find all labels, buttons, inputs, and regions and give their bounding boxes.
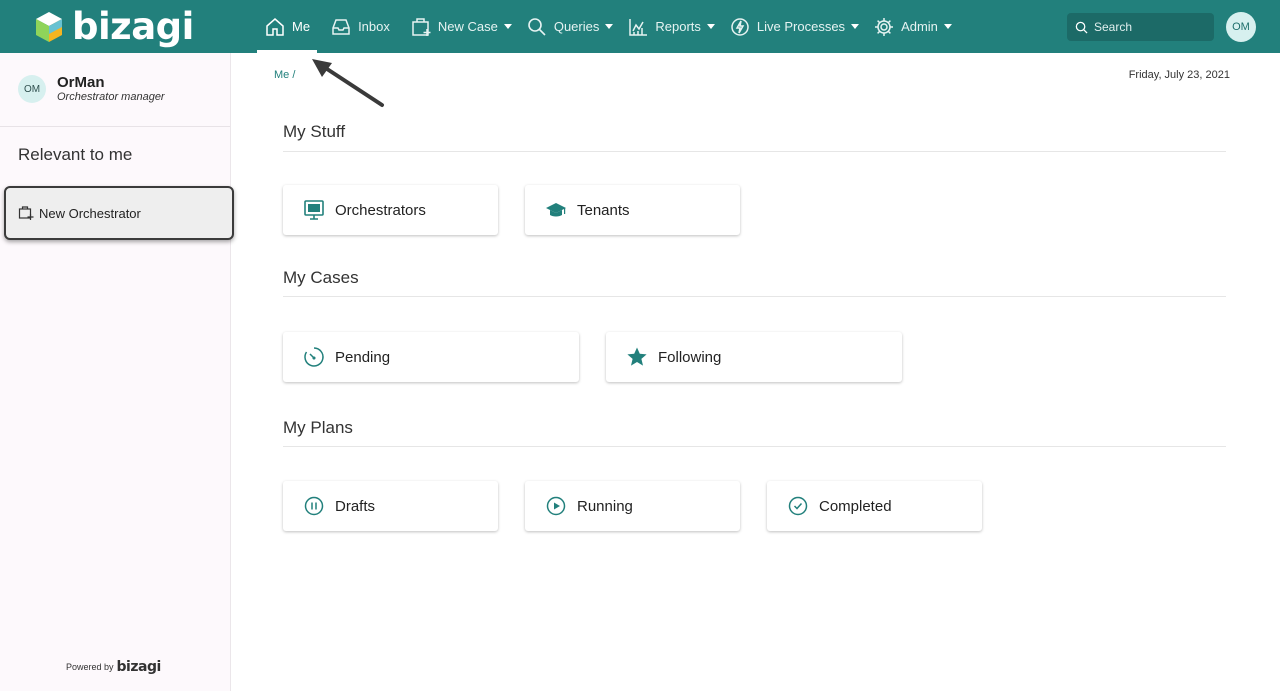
section-divider xyxy=(283,446,1226,447)
star-icon xyxy=(627,347,647,366)
card-tenants[interactable]: Tenants xyxy=(525,185,740,235)
chevron-down-icon xyxy=(706,24,715,29)
section-title-my-plans: My Plans xyxy=(283,418,353,437)
timer-icon xyxy=(304,347,324,367)
nav-queries[interactable]: Queries xyxy=(519,0,621,53)
chevron-down-icon xyxy=(943,24,952,29)
main-nav: Me Inbox New Case Queries Reports Live P… xyxy=(257,0,959,53)
user-name: OrMan xyxy=(57,74,105,91)
search-icon xyxy=(528,17,546,36)
card-label: Running xyxy=(577,497,633,515)
sidebar-item-new-orchestrator[interactable]: New Orchestrator xyxy=(4,186,234,240)
breadcrumb[interactable]: Me / xyxy=(274,69,295,81)
section-divider xyxy=(283,151,1226,152)
section-title-my-cases: My Cases xyxy=(283,268,359,287)
inbox-icon xyxy=(332,18,350,35)
card-label: Pending xyxy=(335,348,391,366)
powered-logo: bizagi xyxy=(116,659,162,675)
new-case-icon xyxy=(18,206,34,220)
user-avatar[interactable]: OM xyxy=(1226,12,1256,42)
search-input[interactable] xyxy=(1094,20,1204,34)
bizagi-cube-icon xyxy=(36,12,62,42)
home-icon xyxy=(266,17,284,36)
annotation-arrow-icon xyxy=(312,59,384,107)
section-divider xyxy=(283,296,1226,297)
chevron-down-icon xyxy=(851,24,860,29)
section-title-my-stuff: My Stuff xyxy=(283,122,346,141)
sidebar: OM OrMan Orchestrator manager Relevant t… xyxy=(0,53,234,691)
card-label: Drafts xyxy=(335,497,376,515)
chevron-down-icon xyxy=(605,24,614,29)
graduation-cap-icon xyxy=(546,203,566,217)
search-box[interactable] xyxy=(1067,13,1214,41)
powered-by-text: Powered by xyxy=(66,662,114,672)
top-bar: bizagi Me Inbox New Case Queries Reports xyxy=(0,0,1280,53)
search-icon xyxy=(1075,21,1088,34)
nav-admin[interactable]: Admin xyxy=(866,0,959,53)
user-role: Orchestrator manager xyxy=(57,91,165,103)
nav-new-case-label: New Case xyxy=(437,19,498,34)
sidebar-item-label: New Orchestrator xyxy=(39,205,141,221)
user-profile: OM OrMan Orchestrator manager xyxy=(18,74,165,104)
chart-icon xyxy=(629,18,648,36)
card-running[interactable]: Running xyxy=(525,481,740,531)
card-following[interactable]: Following xyxy=(606,332,902,382)
nav-new-case[interactable]: New Case xyxy=(403,0,519,53)
monitor-icon xyxy=(304,200,324,220)
card-label: Tenants xyxy=(577,201,630,219)
card-orchestrators[interactable]: Orchestrators xyxy=(283,185,498,235)
pause-icon xyxy=(304,496,324,516)
powered-by: Powered by bizagi xyxy=(66,659,161,675)
play-icon xyxy=(546,496,566,516)
nav-reports[interactable]: Reports xyxy=(620,0,722,53)
card-label: Orchestrators xyxy=(335,201,426,219)
check-circle-icon xyxy=(788,496,808,516)
card-pending[interactable]: Pending xyxy=(283,332,579,382)
user-info: OrMan Orchestrator manager xyxy=(57,74,165,104)
nav-me[interactable]: Me xyxy=(257,0,318,53)
nav-reports-label: Reports xyxy=(655,19,701,34)
card-drafts[interactable]: Drafts xyxy=(283,481,498,531)
bizagi-logo[interactable]: bizagi xyxy=(34,5,194,49)
new-case-icon xyxy=(412,17,431,36)
nav-inbox[interactable]: Inbox xyxy=(323,0,397,53)
current-date: Friday, July 23, 2021 xyxy=(1128,69,1230,81)
nav-live-processes-label: Live Processes xyxy=(756,19,846,34)
relevant-heading: Relevant to me xyxy=(18,145,133,164)
divider xyxy=(0,126,230,127)
card-label: Completed xyxy=(819,497,892,515)
gear-icon xyxy=(875,17,894,36)
nav-inbox-label: Inbox xyxy=(358,19,390,34)
nav-admin-label: Admin xyxy=(901,19,938,34)
logo-text: bizagi xyxy=(72,5,194,48)
avatar: OM xyxy=(18,75,46,103)
card-completed[interactable]: Completed xyxy=(767,481,982,531)
nav-me-label: Me xyxy=(292,19,311,34)
card-label: Following xyxy=(658,348,722,366)
nav-live-processes[interactable]: Live Processes xyxy=(722,0,866,53)
lightning-icon xyxy=(731,17,749,36)
nav-queries-label: Queries xyxy=(553,19,600,34)
chevron-down-icon xyxy=(503,24,512,29)
